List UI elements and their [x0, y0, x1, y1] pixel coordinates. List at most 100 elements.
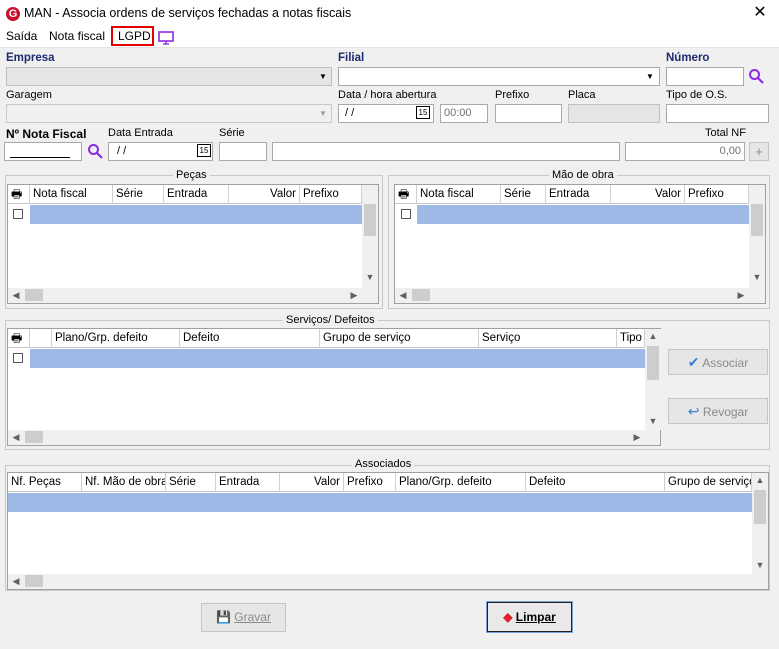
horizontal-scrollbar[interactable] [8, 574, 768, 589]
search-icon[interactable] [87, 143, 103, 162]
column-header[interactable]: Série [113, 185, 164, 204]
table-row[interactable] [8, 493, 752, 512]
column-header[interactable]: Série [501, 185, 546, 204]
window-title: MAN - Associa ordens de serviços fechada… [24, 6, 352, 20]
column-header[interactable]: Entrada [216, 473, 280, 492]
table-row[interactable] [8, 349, 645, 368]
chevron-down-icon[interactable]: ▼ [642, 68, 658, 85]
limpar-label: Limpar [515, 610, 556, 624]
column-header[interactable]: Valor [611, 185, 685, 204]
column-header[interactable]: Série [166, 473, 216, 492]
garagem-select[interactable] [6, 104, 332, 123]
row-checkbox[interactable] [401, 209, 411, 219]
scroll-right-icon[interactable]: ▶ [735, 290, 747, 301]
column-header[interactable]: Nf. Peças [8, 473, 82, 492]
scrollbar-thumb[interactable] [25, 289, 43, 301]
table-row[interactable] [8, 205, 362, 224]
scroll-down-icon[interactable]: ▼ [647, 416, 659, 426]
chevron-down-icon[interactable]: ▼ [315, 105, 331, 122]
printer-icon[interactable]: 🖶 [8, 329, 30, 348]
scroll-up-icon[interactable]: ▲ [754, 475, 766, 485]
descricao-input[interactable] [272, 142, 620, 161]
column-header[interactable]: Valor [229, 185, 300, 204]
scroll-left-icon[interactable]: ◀ [10, 576, 22, 587]
column-header[interactable]: Entrada [546, 185, 611, 204]
menu-lgpd[interactable]: LGPD [118, 29, 151, 43]
prefixo-input[interactable] [495, 104, 562, 123]
scrollbar-thumb[interactable] [364, 204, 376, 236]
save-icon: 💾 [216, 610, 231, 624]
nota-fiscal-input[interactable] [4, 142, 82, 161]
column-header[interactable]: Nota fiscal [417, 185, 501, 204]
placa-input[interactable] [568, 104, 660, 123]
row-checkbox[interactable] [13, 353, 23, 363]
horizontal-scrollbar[interactable] [395, 288, 765, 303]
data-entrada-value: / / [117, 145, 127, 157]
revogar-button[interactable]: ↩ Revogar [668, 398, 768, 424]
limpar-button[interactable]: ◆ Limpar [486, 601, 573, 633]
scrollbar-thumb[interactable] [412, 289, 430, 301]
column-header[interactable]: Prefixo [300, 185, 362, 204]
total-nf-input[interactable]: 0,00 [625, 142, 745, 161]
scrollbar-thumb[interactable] [25, 575, 43, 587]
scroll-down-icon[interactable]: ▼ [364, 272, 376, 282]
monitor-icon[interactable] [158, 31, 174, 48]
search-icon[interactable] [748, 68, 764, 87]
column-header[interactable]: Grupo de serviço [320, 329, 479, 348]
filial-select[interactable] [338, 67, 660, 86]
input-mask-underline [10, 157, 70, 158]
column-header[interactable]: Prefixo [685, 185, 749, 204]
scroll-left-icon[interactable]: ◀ [10, 432, 22, 443]
column-header[interactable]: Defeito [180, 329, 320, 348]
numero-input[interactable] [666, 67, 744, 86]
column-header[interactable]: Valor [280, 473, 344, 492]
column-header[interactable]: Entrada [164, 185, 229, 204]
column-header[interactable]: Prefixo [344, 473, 396, 492]
calendar-icon[interactable]: 15 [197, 144, 211, 157]
undo-icon: ↩ [687, 403, 700, 419]
printer-icon[interactable]: 🖶 [8, 185, 30, 204]
filial-label: Filial [338, 52, 365, 64]
total-nf-value: 0,00 [719, 145, 741, 157]
scrollbar-thumb[interactable] [754, 490, 766, 524]
scrollbar-thumb[interactable] [751, 204, 763, 236]
add-button[interactable]: + [749, 142, 769, 161]
menu-saida[interactable]: Saída [6, 29, 37, 43]
scrollbar-thumb[interactable] [25, 431, 43, 443]
empresa-label: Empresa [6, 52, 55, 64]
column-header[interactable]: Grupo de serviço [665, 473, 752, 492]
row-checkbox[interactable] [13, 209, 23, 219]
data-hora-label: Data / hora abertura [338, 89, 437, 101]
chevron-down-icon[interactable]: ▼ [315, 68, 331, 85]
scroll-down-icon[interactable]: ▼ [751, 272, 763, 282]
empresa-select[interactable] [6, 67, 332, 86]
horizontal-scrollbar[interactable] [8, 430, 660, 445]
tipo-os-label: Tipo de O.S. [666, 89, 728, 101]
horizontal-scrollbar[interactable] [8, 288, 378, 303]
column-header[interactable]: Tipo [617, 329, 645, 348]
column-header[interactable]: Plano/Grp. defeito [396, 473, 526, 492]
scroll-down-icon[interactable]: ▼ [754, 560, 766, 570]
prefixo-label: Prefixo [495, 89, 530, 101]
scroll-right-icon[interactable]: ▶ [631, 432, 643, 443]
scroll-up-icon[interactable]: ▲ [647, 331, 659, 341]
printer-icon[interactable]: 🖶 [395, 185, 417, 204]
serie-input[interactable] [219, 142, 267, 161]
column-header[interactable]: Defeito [526, 473, 665, 492]
gravar-button[interactable]: 💾 Gravar [201, 603, 286, 632]
table-row[interactable] [395, 205, 749, 224]
calendar-icon[interactable]: 15 [416, 106, 430, 119]
scroll-right-icon[interactable]: ▶ [348, 290, 360, 301]
scroll-left-icon[interactable]: ◀ [397, 290, 409, 301]
column-header[interactable]: Plano/Grp. defeito [52, 329, 180, 348]
scroll-left-icon[interactable]: ◀ [10, 290, 22, 301]
column-header[interactable]: Nota fiscal [30, 185, 113, 204]
hora-abertura-input[interactable]: 00:00 [440, 104, 488, 123]
menu-nota-fiscal[interactable]: Nota fiscal [49, 29, 105, 43]
column-header[interactable]: Nf. Mão de obra [82, 473, 166, 492]
scrollbar-thumb[interactable] [647, 346, 659, 380]
close-icon[interactable]: ✕ [749, 3, 771, 23]
associar-button[interactable]: ✔ Associar [668, 349, 768, 375]
column-header[interactable]: Serviço [479, 329, 617, 348]
tipo-os-input[interactable] [666, 104, 769, 123]
